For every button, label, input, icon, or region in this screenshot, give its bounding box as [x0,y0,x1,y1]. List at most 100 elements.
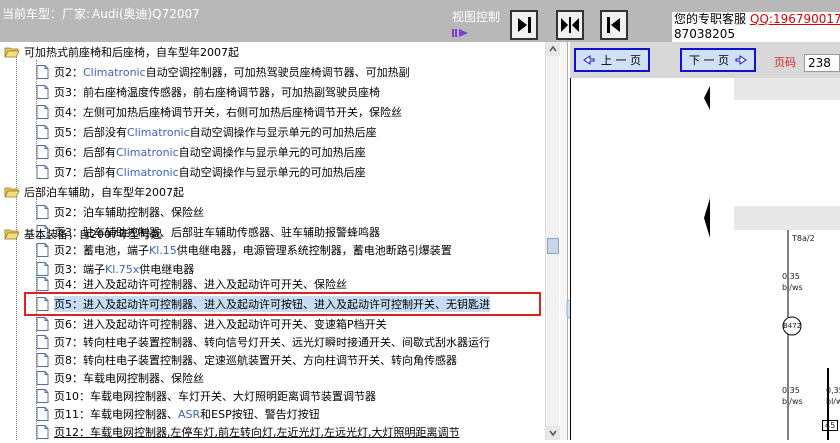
tree-section-label: 可加热式前座椅和后座椅，自车型年2007起 [24,46,239,59]
tree-item[interactable]: 页2：Climatronic自动空调控制器，可加热驾驶员座椅调节器、可加热副 [34,62,410,82]
document-icon [36,335,49,349]
support-phone: 87038205 [674,27,736,41]
tree-item[interactable]: 页11：车载电网控制器、ASR和ESP按钮、警告灯按钮 [34,404,320,424]
wire-label: 0,35 [782,386,800,395]
tree-item[interactable]: 页8：转向柱电子装置控制器、定速巡航装置开关、方向柱调节开关、转向角传感器 [34,350,457,370]
connector-marker [704,198,710,238]
tree-item-label: 页2：蓄电池，端子Kl.15供电继电器，电源管理系统控制器，蓄电池断路引爆装置 [54,244,452,257]
arrow-left-bar-icon [607,17,620,33]
tree-item[interactable]: 页7：转向柱电子装置控制器、转向信号灯开关、远光灯瞬时接通开关、间歇式刮水器运行 [34,332,490,352]
page-navigation-bar: 上 一 页 下 一 页 页码 [570,42,840,78]
tree-section[interactable]: 后部泊车辅助，自车型年2007起 [4,182,184,202]
document-icon [36,85,49,99]
top-toolbar: 当前车型：厂家: Audi(奥迪)Q72007 视图控制 您的专职客服 QQ:196… [0,0,840,42]
scroll-thumb[interactable] [547,238,559,254]
current-vehicle-label: 当前车型：厂家: Audi(奥迪)Q72007 [2,5,200,22]
component-block [734,206,840,230]
tree-item-label: 页11：车载电网控制器、ASR和ESP按钮、警告灯按钮 [54,408,320,421]
document-icon [36,425,49,439]
document-icon [36,317,49,331]
document-icon [36,243,49,257]
tree-item[interactable]: 页2：蓄电池，端子Kl.15供电继电器，电源管理系统控制器，蓄电池断路引爆装置 [34,240,452,260]
tree-item-label: 页5：后部没有Climatronic自动空调操作与显示单元的可加热后座 [54,126,377,139]
tree-item-label: 页2：泊车辅助控制器、保险丝 [54,206,204,219]
page-number-input[interactable] [804,54,840,72]
diagram-viewer: 上 一 页 下 一 页 页码 T8a/2 0,35 bl/ws B472 0,3… [570,42,840,440]
document-icon [36,125,49,139]
tree-item-label: 页6：进入及起动许可控制器、进入及起动许可开关、变速箱P档开关 [54,318,387,331]
tree-guide-line [16,52,17,192]
support-label: 您的专职客服 [674,12,747,26]
show-left-panel-button[interactable] [600,10,628,40]
split-arrows-icon [561,17,579,33]
component-block [734,78,840,100]
wire-label: bl/ws [782,397,803,406]
selection-highlight-box [24,292,541,316]
next-page-label: 下 一 页 [689,54,729,67]
document-icon [36,145,49,159]
support-qq-link[interactable]: QQ:1967900174 [750,12,840,26]
purple-mark-icon [452,29,468,37]
tree-guide-line [16,238,17,440]
tree-item-label: 页8：转向柱电子装置控制器、定速巡航装置开关、方向柱调节开关、转向角传感器 [54,354,457,367]
panel-divider[interactable] [560,42,568,440]
document-icon [36,65,49,79]
junction-label: B472 [783,322,802,330]
tree-item-label: 页2：Climatronic自动空调控制器，可加热驾驶员座椅调节器、可加热副 [54,66,410,79]
scroll-up-button[interactable] [546,42,560,56]
folder-open-icon [4,229,20,240]
connector-number: 45 [822,420,839,431]
document-icon [36,105,49,119]
document-icon [36,353,49,367]
tree-item[interactable]: 页10：车载电网控制器、车灯开关、大灯照明距离调节装置调节器 [34,386,376,406]
document-icon [36,407,49,421]
document-icon [36,205,49,219]
arrow-left-icon [583,55,595,65]
tree-item[interactable]: 页9：车载电网控制器、保险丝 [34,368,204,388]
chevron-down-icon [549,430,557,437]
show-right-panel-button[interactable] [510,10,538,40]
vehicle-prefix: 当前车型：厂家: [2,7,91,21]
arrow-right-icon [735,55,747,65]
tree-item[interactable]: 页6：后部有Climatronic自动空调操作与显示单元的可加热后座 [34,142,366,162]
chevron-up-icon [549,45,557,52]
tree-item[interactable]: 页12：车载电网控制器,左停车灯,前左转向灯,左近光灯,左远光灯,大灯照明距离调… [34,422,459,440]
scroll-down-button[interactable] [546,426,560,440]
previous-page-label: 上 一 页 [601,54,641,67]
tree-section[interactable]: 可加热式前座椅和后座椅，自车型年2007起 [4,42,239,62]
document-icon [36,389,49,403]
tree-item-label: 页4：进入及起动许可控制器、进入及起动许可开关、保险丝 [54,278,347,291]
folder-open-icon [4,187,20,198]
wire-label: T8a/2 [792,234,815,243]
arrow-right-bar-icon [518,17,531,33]
tree-item-label: 页3：前右座椅温度传感器，前右座椅调节器，可加热副驾驶员座椅 [54,86,380,99]
tree-item[interactable]: 页4：左侧可加热后座椅调节开关，右侧可加热后座椅调节开关，保险丝 [34,102,402,122]
split-view-button[interactable] [556,10,584,40]
tree-scrollbar[interactable] [545,42,560,440]
page-number-label: 页码 [774,56,796,69]
tree-item-label: 页4：左侧可加热后座椅调节开关，右侧可加热后座椅调节开关，保险丝 [54,106,402,119]
tree-item[interactable]: 页5：后部没有Climatronic自动空调操作与显示单元的可加热后座 [34,122,377,142]
tree-item-label: 页3：端子Kl.75x供电继电器 [54,263,195,276]
wire-label: bl/ws [826,397,840,406]
tree-item-label: 页7：后部有Climatronic自动空调操作与显示单元的可加热后座 [54,166,366,179]
wire-label: bl/ws [782,283,803,292]
tree-item-label: 页10：车载电网控制器、车灯开关、大灯照明距离调节装置调节器 [54,390,376,403]
tree-item[interactable]: 页6：进入及起动许可控制器、进入及起动许可开关、变速箱P档开关 [34,314,387,334]
tree-item-label: 页12：车载电网控制器,左停车灯,前左转向灯,左近光灯,左远光灯,大灯照明距离调… [54,426,460,439]
tree-item[interactable]: 页4：进入及起动许可控制器、进入及起动许可开关、保险丝 [34,276,347,292]
wire-label: 0,35 [782,272,800,281]
tree-item-label: 页7：转向柱电子装置控制器、转向信号灯开关、远光灯瞬时接通开关、间歇式刮水器运行 [54,336,490,349]
view-control-label: 视图控制 [452,10,501,24]
next-page-button[interactable]: 下 一 页 [680,48,756,72]
connector-marker [704,86,710,110]
document-icon [36,262,49,276]
tree-item-label: 页9：车载电网控制器、保险丝 [54,372,204,385]
document-icon [36,371,49,385]
tree-section-label: 后部泊车辅助，自车型年2007起 [24,186,184,199]
tree-item[interactable]: 页3：前右座椅温度传感器，前右座椅调节器，可加热副驾驶员座椅 [34,82,380,102]
tree-item[interactable]: 页2：泊车辅助控制器、保险丝 [34,202,204,222]
folder-open-icon [4,47,20,58]
previous-page-button[interactable]: 上 一 页 [574,48,650,72]
tree-item[interactable]: 页7：后部有Climatronic自动空调操作与显示单元的可加热后座 [34,162,366,182]
